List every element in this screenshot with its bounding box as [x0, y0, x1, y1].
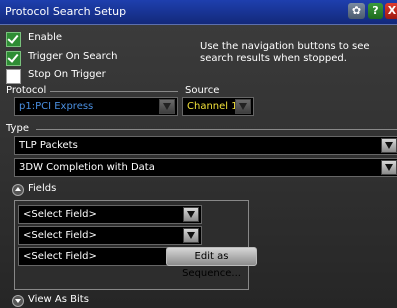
enable-label: Enable — [28, 32, 63, 43]
packet-subtype-value: 3DW Completion with Data — [19, 162, 155, 173]
trigger-on-search-label: Trigger On Search — [28, 51, 118, 62]
field-select-1[interactable]: <Select Field> — [18, 205, 202, 224]
view-as-bits-expand-icon[interactable] — [12, 295, 24, 307]
field-select-2-value: <Select Field> — [23, 230, 97, 241]
dialog-title: Protocol Search Setup — [5, 5, 127, 18]
stop-on-trigger-checkbox[interactable] — [6, 69, 21, 84]
field-select-1-value: <Select Field> — [23, 209, 97, 220]
protocol-value: p1:PCI Express — [19, 101, 94, 112]
source-label: Source — [185, 85, 220, 96]
edit-as-sequence-button[interactable]: Edit as Sequence... — [166, 247, 257, 279]
chevron-down-icon[interactable] — [183, 228, 199, 243]
help-icon[interactable]: ? — [368, 3, 383, 19]
navigation-hint: Use the navigation buttons to see search… — [200, 41, 370, 64]
packet-type-value: TLP Packets — [19, 140, 78, 151]
title-bar: Protocol Search Setup ✿ ? X — [0, 0, 397, 25]
source-select[interactable]: Channel 1 — [182, 97, 254, 116]
protocol-label: Protocol — [6, 85, 47, 96]
enable-checkbox[interactable] — [6, 32, 21, 47]
trigger-on-search-checkbox[interactable] — [6, 51, 21, 66]
protocol-divider — [50, 91, 178, 92]
packet-subtype-select[interactable]: 3DW Completion with Data — [14, 158, 397, 177]
field-select-3-value: <Select Field> — [23, 251, 97, 262]
close-icon[interactable]: X — [385, 3, 397, 19]
packet-type-select[interactable]: TLP Packets — [14, 136, 397, 155]
fields-label: Fields — [28, 183, 57, 194]
fields-collapse-icon[interactable] — [12, 184, 24, 196]
source-value: Channel 1 — [187, 101, 238, 112]
chevron-down-icon[interactable] — [183, 207, 199, 222]
protocol-select[interactable]: p1:PCI Express — [14, 97, 178, 116]
type-divider — [36, 129, 397, 130]
chevron-down-icon[interactable] — [159, 99, 175, 114]
chevron-down-icon[interactable] — [381, 138, 397, 153]
view-as-bits-label[interactable]: View As Bits — [28, 294, 89, 305]
field-select-2[interactable]: <Select Field> — [18, 226, 202, 245]
chevron-down-icon[interactable] — [235, 99, 251, 114]
protocol-search-setup-dialog: Protocol Search Setup ✿ ? X Enable Trigg… — [0, 0, 397, 308]
gear-icon[interactable]: ✿ — [348, 3, 365, 19]
type-label: Type — [6, 123, 29, 134]
dialog-body: Enable Trigger On Search Stop On Trigger… — [0, 25, 397, 308]
stop-on-trigger-label: Stop On Trigger — [28, 69, 106, 80]
chevron-down-icon[interactable] — [381, 160, 397, 175]
